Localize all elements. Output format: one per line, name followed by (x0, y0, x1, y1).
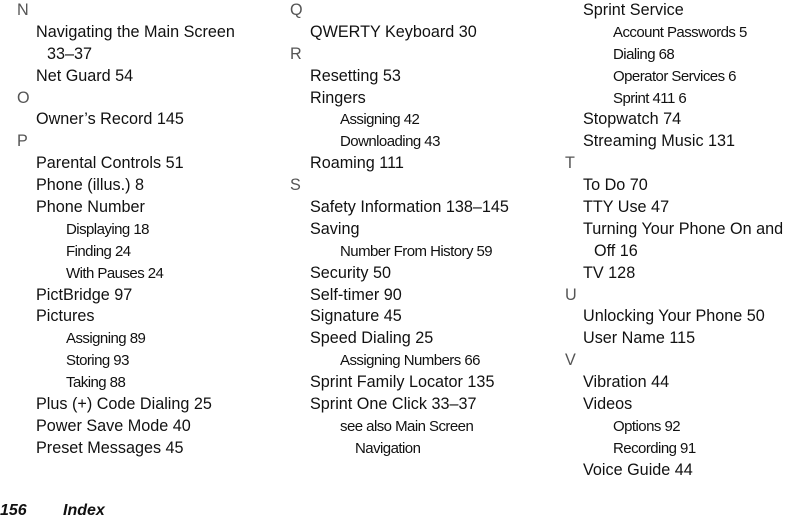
index-entry: Owner’s Record 145 (36, 110, 184, 129)
index-entry: Sprint One Click 33–37 (310, 395, 477, 414)
index-entry: Voice Guide 44 (583, 460, 693, 479)
index-entry: Navigating the Main Screen (36, 22, 235, 41)
index-entry: Signature 45 (310, 307, 402, 326)
index-entry: Net Guard 54 (36, 66, 134, 85)
section-letter: Q (290, 1, 303, 19)
section-letter: V (565, 351, 576, 370)
index-entry: Turning Your Phone On and (583, 219, 784, 238)
index-entry: Unlocking Your Phone 50 (583, 307, 765, 326)
page-footer: 156 Index (0, 501, 105, 521)
index-entry: Vibration 44 (583, 373, 670, 392)
index-entry: Videos (583, 395, 633, 414)
index-column-1: N Navigating the Main Screen 33–37 Net Guar… (0, 0, 280, 460)
index-entry: Phone Number (36, 198, 145, 217)
index-subentry: Storing 93 (66, 352, 129, 370)
index-entry: Streaming Music 131 (583, 132, 736, 151)
index-entry: To Do 70 (583, 176, 648, 195)
index-entry: TV 128 (583, 263, 636, 282)
index-subentry: Operator Services 6 (613, 67, 737, 85)
section-letter: U (565, 285, 577, 304)
index-entry: Stopwatch 74 (583, 110, 682, 129)
index-subentry: Assigning 42 (340, 111, 420, 129)
index-subentry: Taking 88 (66, 374, 126, 392)
index-subentry: With Pauses 24 (66, 264, 164, 282)
index-entry: Pictures (36, 307, 95, 326)
section-letter: N (17, 1, 29, 19)
index-subentry: Assigning Numbers 66 (340, 352, 480, 370)
index-column-2: Q QWERTY Keyboard 30 R Resetting 53 Ringers A… (290, 0, 555, 460)
index-entry: Safety Information 138–145 (310, 198, 509, 217)
index-subentry: Finding 24 (66, 242, 131, 260)
index-subentry: Sprint 411 6 (613, 89, 687, 107)
index-entry: Saving (310, 219, 360, 238)
index-entry: User Name 115 (583, 329, 696, 348)
index-entry: Roaming 111 (310, 154, 404, 173)
index-entry-continuation: Off 16 (594, 241, 638, 260)
index-subentry-continuation: Navigation (355, 439, 421, 457)
index-entry: Resetting 53 (310, 66, 401, 85)
page-number: 156 (0, 502, 27, 519)
index-entry: Speed Dialing 25 (310, 329, 434, 348)
index-column-3: Sprint Service Account Passwords 5 Dialing… (565, 0, 795, 482)
index-entry: Sprint Service (583, 1, 684, 19)
index-entry: Plus (+) Code Dialing 25 (36, 395, 212, 414)
index-entry: Power Save Mode 40 (36, 416, 191, 435)
index-entry-continuation: 33–37 (47, 44, 93, 63)
section-letter: R (290, 44, 302, 63)
index-entry: QWERTY Keyboard 30 (310, 22, 477, 41)
index-subentry: see also Main Screen (340, 417, 474, 435)
index-subentry: Dialing 68 (613, 45, 675, 63)
index-subentry: Assigning 89 (66, 330, 146, 348)
index-entry: TTY Use 47 (583, 198, 670, 217)
index-subentry: Number From History 59 (340, 242, 493, 260)
index-entry: Phone (illus.) 8 (36, 176, 144, 195)
index-entry: Preset Messages 45 (36, 438, 184, 457)
section-title: Index (63, 502, 105, 519)
index-entry: Self-timer 90 (310, 285, 402, 304)
index-subentry: Account Passwords 5 (613, 23, 747, 41)
index-subentry: Displaying 18 (66, 220, 149, 238)
section-letter: S (290, 176, 301, 195)
index-subentry: Recording 91 (613, 439, 696, 457)
index-entry: Security 50 (310, 263, 391, 282)
section-letter: P (17, 132, 28, 151)
index-subentry: Options 92 (613, 417, 681, 435)
index-entry: PictBridge 97 (36, 285, 133, 304)
section-letter: O (17, 88, 30, 107)
section-letter: T (565, 154, 575, 173)
index-entry: Parental Controls 51 (36, 154, 184, 173)
index-entry: Sprint Family Locator 135 (310, 373, 495, 392)
index-entry: Ringers (310, 88, 366, 107)
index-subentry: Downloading 43 (340, 133, 440, 151)
